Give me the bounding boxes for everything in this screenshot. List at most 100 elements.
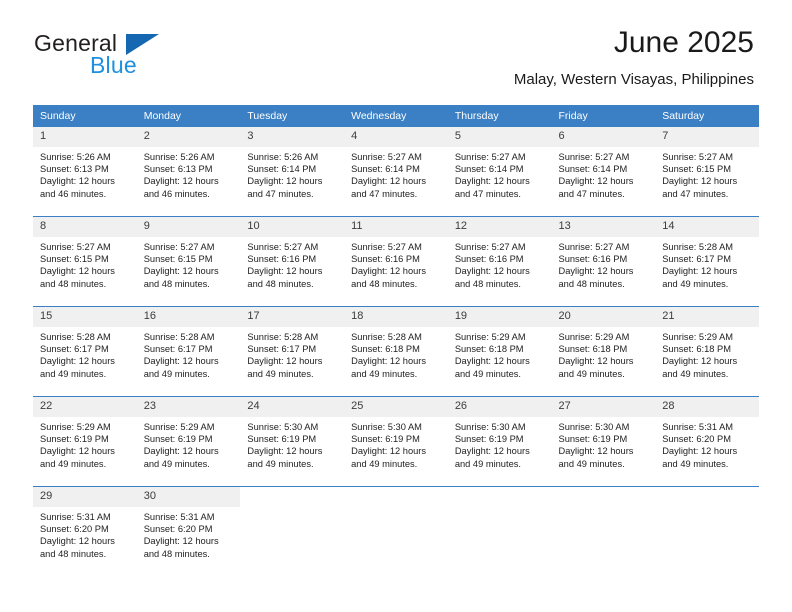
day-details: Sunrise: 5:30 AM Sunset: 6:19 PM Daylight:… [344,417,448,470]
daylight-text: Daylight: 12 hours and 49 minutes. [351,446,427,469]
calendar-day-cell[interactable]: 8 Sunrise: 5:27 AM Sunset: 6:15 PM Daylight… [33,216,137,307]
day-details: Sunrise: 5:27 AM Sunset: 6:16 PM Daylight:… [344,237,448,290]
calendar-day-cell[interactable]: 23 Sunrise: 5:29 AM Sunset: 6:19 PM Dayligh… [136,396,241,487]
sunrise-text: Sunrise: 5:27 AM [558,152,630,162]
empty-cell-filler [655,487,759,576]
calendar-day-cell[interactable]: 28 Sunrise: 5:31 AM Sunset: 6:20 PM Dayligh… [655,396,759,487]
daylight-text: Daylight: 12 hours and 46 minutes. [40,176,115,199]
calendar-day-cell[interactable]: 13 Sunrise: 5:27 AM Sunset: 6:16 PM Dayligh… [551,216,656,307]
day-number: 18 [344,307,448,327]
calendar-day-cell[interactable]: 22 Sunrise: 5:29 AM Sunset: 6:19 PM Dayligh… [33,396,137,487]
calendar-day-cell[interactable]: 4 Sunrise: 5:27 AM Sunset: 6:14 PM Daylight… [344,126,448,217]
calendar-day-cell[interactable]: 18 Sunrise: 5:28 AM Sunset: 6:18 PM Dayligh… [344,306,448,397]
sunset-text: Sunset: 6:19 PM [454,434,524,445]
day-number: 19 [447,307,552,327]
sunrise-text: Sunrise: 5:26 AM [143,152,215,162]
sunset-text: Sunset: 6:17 PM [143,344,213,355]
sunset-text: Sunset: 6:19 PM [558,434,628,445]
sunset-text: Sunset: 6:14 PM [558,164,628,175]
calendar-day-cell[interactable]: 14 Sunrise: 5:28 AM Sunset: 6:17 PM Dayligh… [655,216,759,307]
sunset-text: Sunset: 6:16 PM [454,254,524,265]
day-number: 17 [240,307,345,327]
calendar-day-cell[interactable]: 10 Sunrise: 5:27 AM Sunset: 6:16 PM Dayligh… [240,216,345,307]
empty-cell-filler [447,487,552,576]
calendar-day-cell[interactable]: 27 Sunrise: 5:30 AM Sunset: 6:19 PM Dayligh… [551,396,656,487]
sunrise-text: Sunrise: 5:30 AM [454,422,526,432]
page-header: General Blue June 2025 Malay, Western Vi… [0,0,792,100]
day-number: 20 [551,307,656,327]
sunrise-text: Sunrise: 5:27 AM [662,152,734,162]
calendar-day-cell[interactable]: 9 Sunrise: 5:27 AM Sunset: 6:15 PM Daylight… [136,216,241,307]
calendar-day-cell[interactable]: 3 Sunrise: 5:26 AM Sunset: 6:14 PM Daylight… [240,126,345,217]
day-details: Sunrise: 5:27 AM Sunset: 6:16 PM Daylight:… [552,237,656,290]
day-number: 10 [240,217,345,237]
calendar-day-cell[interactable]: 29 Sunrise: 5:31 AM Sunset: 6:20 PM Dayligh… [33,486,137,576]
sunset-text: Sunset: 6:15 PM [662,164,731,175]
brand-logo[interactable]: General Blue [34,30,254,86]
calendar-day-cell[interactable]: 5 Sunrise: 5:27 AM Sunset: 6:14 PM Daylight… [447,126,552,217]
day-details: Sunrise: 5:31 AM Sunset: 6:20 PM Daylight:… [137,507,241,560]
calendar-day-cell[interactable]: 26 Sunrise: 5:30 AM Sunset: 6:19 PM Dayligh… [447,396,552,487]
calendar-day-cell-empty [344,486,448,576]
calendar-day-cell[interactable]: 11 Sunrise: 5:27 AM Sunset: 6:16 PM Dayligh… [344,216,448,307]
daylight-text: Daylight: 12 hours and 48 minutes. [558,266,634,289]
calendar-day-cell[interactable]: 30 Sunrise: 5:31 AM Sunset: 6:20 PM Dayligh… [136,486,241,576]
day-number: 4 [344,127,448,147]
calendar-week-row: 29 Sunrise: 5:31 AM Sunset: 6:20 PM Dayligh… [33,486,759,576]
day-details: Sunrise: 5:27 AM Sunset: 6:14 PM Daylight:… [344,147,448,200]
calendar-day-cell[interactable]: 19 Sunrise: 5:29 AM Sunset: 6:18 PM Dayligh… [447,306,552,397]
sunrise-text: Sunrise: 5:27 AM [454,242,526,252]
sunset-text: Sunset: 6:19 PM [40,434,109,445]
daylight-text: Daylight: 12 hours and 49 minutes. [40,446,115,469]
day-number: 5 [447,127,552,147]
sunset-text: Sunset: 6:14 PM [351,164,420,175]
day-details: Sunrise: 5:31 AM Sunset: 6:20 PM Daylight:… [33,507,137,560]
day-cell-inner: 22 Sunrise: 5:29 AM Sunset: 6:19 PM Dayligh… [33,397,137,486]
calendar-day-cell[interactable]: 2 Sunrise: 5:26 AM Sunset: 6:13 PM Daylight… [136,126,241,217]
calendar-day-cell[interactable]: 12 Sunrise: 5:27 AM Sunset: 6:16 PM Dayligh… [447,216,552,307]
day-details: Sunrise: 5:28 AM Sunset: 6:18 PM Daylight:… [344,327,448,380]
calendar-day-cell[interactable]: 20 Sunrise: 5:29 AM Sunset: 6:18 PM Dayligh… [551,306,656,397]
calendar-week-row: 22 Sunrise: 5:29 AM Sunset: 6:19 PM Dayligh… [33,396,759,487]
daylight-text: Daylight: 12 hours and 48 minutes. [143,266,219,289]
calendar-day-cell[interactable]: 1 Sunrise: 5:26 AM Sunset: 6:13 PM Daylight… [33,126,137,217]
sunset-text: Sunset: 6:16 PM [558,254,628,265]
sunset-text: Sunset: 6:17 PM [662,254,731,265]
day-cell-inner: 30 Sunrise: 5:31 AM Sunset: 6:20 PM Dayligh… [136,487,241,576]
calendar-day-cell[interactable]: 6 Sunrise: 5:27 AM Sunset: 6:14 PM Daylight… [551,126,656,217]
daylight-text: Daylight: 12 hours and 49 minutes. [662,356,738,379]
daylight-text: Daylight: 12 hours and 49 minutes. [454,356,530,379]
day-number: 22 [33,397,137,417]
calendar-day-cell[interactable]: 7 Sunrise: 5:27 AM Sunset: 6:15 PM Daylight… [655,126,759,217]
day-details: Sunrise: 5:31 AM Sunset: 6:20 PM Daylight:… [655,417,759,470]
sunrise-text: Sunrise: 5:29 AM [558,332,630,342]
daylight-text: Daylight: 12 hours and 47 minutes. [662,176,738,199]
day-cell-inner: 25 Sunrise: 5:30 AM Sunset: 6:19 PM Dayligh… [344,397,448,486]
calendar-day-cell-empty [447,486,552,576]
calendar-day-cell[interactable]: 24 Sunrise: 5:30 AM Sunset: 6:19 PM Dayligh… [240,396,345,487]
calendar-day-cell[interactable]: 15 Sunrise: 5:28 AM Sunset: 6:17 PM Dayligh… [33,306,137,397]
day-details: Sunrise: 5:29 AM Sunset: 6:18 PM Daylight:… [448,327,552,380]
day-cell-inner: 4 Sunrise: 5:27 AM Sunset: 6:14 PM Daylight… [344,127,448,216]
day-number: 28 [655,397,759,417]
day-cell-inner: 29 Sunrise: 5:31 AM Sunset: 6:20 PM Dayligh… [33,487,137,576]
calendar-day-cell[interactable]: 17 Sunrise: 5:28 AM Sunset: 6:17 PM Dayligh… [240,306,345,397]
day-cell-inner: 19 Sunrise: 5:29 AM Sunset: 6:18 PM Dayligh… [447,307,552,396]
daylight-text: Daylight: 12 hours and 49 minutes. [351,356,427,379]
day-details: Sunrise: 5:29 AM Sunset: 6:19 PM Daylight:… [33,417,137,470]
day-number: 7 [655,127,759,147]
day-cell-inner: 2 Sunrise: 5:26 AM Sunset: 6:13 PM Daylight… [136,127,241,216]
calendar-header-row: Sunday Monday Tuesday Wednesday Thursday… [33,105,759,127]
day-details: Sunrise: 5:27 AM Sunset: 6:15 PM Daylight:… [137,237,241,290]
calendar-day-cell[interactable]: 25 Sunrise: 5:30 AM Sunset: 6:19 PM Dayligh… [344,396,448,487]
calendar-week-row: 8 Sunrise: 5:27 AM Sunset: 6:15 PM Daylight… [33,216,759,307]
calendar-day-cell[interactable]: 16 Sunrise: 5:28 AM Sunset: 6:17 PM Dayligh… [136,306,241,397]
weekday-header-friday: Friday [551,105,656,127]
day-number: 13 [551,217,656,237]
sunrise-text: Sunrise: 5:31 AM [662,422,734,432]
day-cell-inner: 14 Sunrise: 5:28 AM Sunset: 6:17 PM Dayligh… [655,217,759,306]
day-details: Sunrise: 5:27 AM Sunset: 6:16 PM Daylight:… [240,237,344,290]
day-details: Sunrise: 5:28 AM Sunset: 6:17 PM Daylight:… [655,237,759,290]
calendar-day-cell[interactable]: 21 Sunrise: 5:29 AM Sunset: 6:18 PM Dayligh… [655,306,759,397]
day-number: 26 [447,397,552,417]
